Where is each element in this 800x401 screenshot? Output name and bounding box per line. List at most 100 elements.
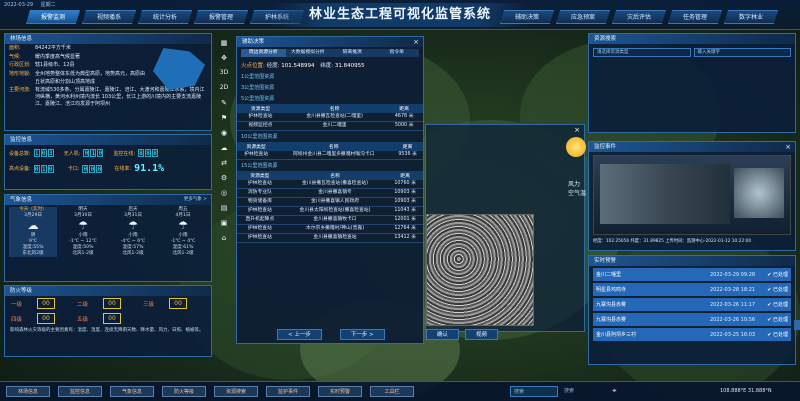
rain-icon: ☂ [178,219,188,232]
realtime-alert-title: 实时预警 [589,256,795,266]
table-row[interactable]: 护林检查站 金川县太阳坝检查站(撒喜检查站) 11043 米 [237,206,423,216]
tab-tasks[interactable]: 任务管理 [668,10,722,24]
resource-section-title: 5公里范围资源 [241,96,275,102]
location-icon[interactable]: ⌖ [612,386,617,396]
table-cell: 11043 米 [387,206,423,216]
tab-alarm-monitor[interactable]: 报警监测 [26,10,80,24]
alert-status: ✔ 已处理 [767,317,788,323]
bottom-tab[interactable]: 监护事件 [266,386,310,397]
table-row[interactable]: 护林检查站 金川县撒喜镇检查站 13412 米 [237,233,423,243]
close-icon[interactable]: × [572,125,582,135]
tab-video[interactable]: 视频播系 [82,10,136,24]
table-header: 距离 [385,104,423,113]
table-cell: 金川县撒喜镇牧卡口 [282,215,388,225]
tab-alarm-manage[interactable]: 报警管理 [194,10,248,24]
alert-status: ✔ 已处理 [767,332,788,338]
tab-isolation[interactable]: 隔离推演 [330,49,375,57]
monitor-row-2: 高点设备: 010 卡口: 000 在线率: 91.1% [9,163,165,174]
resource-type-select[interactable]: 请选择资源类型 [593,48,691,57]
bottom-search-label: 搜索 [564,388,575,394]
confirm-button[interactable]: 确认 [426,329,460,340]
decision-title: 辅助决策 × [237,37,423,47]
tab-bigdata[interactable]: 大数据模拟分析 [285,49,330,57]
tab-emergency[interactable]: 应急预案 [556,10,610,24]
table-row[interactable]: 护林检查站 金川县撒瓦检查站(二嘎里) 4678 米 [237,113,423,122]
event-screenshot[interactable] [593,155,791,235]
tab-orders[interactable]: 指令单 [374,49,419,57]
table-row[interactable]: 护林检查站 木尔宗乡撒嘎村/神山(曾嘉) 12764 米 [237,224,423,234]
table-cell: 护林检查站 [237,151,276,160]
bottom-tab[interactable]: 防火等级 [162,386,206,397]
print-icon[interactable]: ▣ [216,216,232,230]
fire-level-3: 00 [169,298,187,309]
tab-assessment[interactable]: 灾后评估 [612,10,666,24]
route-icon[interactable]: ⇄ [216,156,232,170]
alert-time: 2022-03-29 09:28 [710,271,756,278]
alert-status: ✔ 已处理 [767,272,788,278]
fire-row-2: 四级 00 五级 00 [5,311,211,326]
alert-item[interactable]: 金川二嘎里 2022-03-29 09:28 ✔ 已处理 [593,268,791,281]
page-title: 林业生态工程可视化监管系统 [270,3,530,27]
weather-title: 气象信息 更多气象 > [5,195,211,205]
tab-decision[interactable]: 辅助决策 [500,10,554,24]
monitor-info-title: 监控信息 [5,135,211,145]
table-cell: 直升机起降点 [237,215,283,225]
table-row[interactable]: 视频监控点 金川二嘎里 5000 米 [237,121,423,131]
measure-icon[interactable]: ✎ [216,96,232,110]
forest-info-title: 林场信息 [5,34,211,44]
bottom-tab[interactable]: 气象信息 [110,386,154,397]
alert-item[interactable]: 九寨沟县赤雾 2022-03-26 10:56 ✔ 已处理 [593,313,791,326]
map-toolbar: ▦ ✥ 3D 2D ✎ ⚑ ◉ ☁ ⇄ ⚙ ◎ ▤ ▣ ⌂ [216,36,234,248]
video-button[interactable]: 视频 [465,329,499,340]
tab-surround[interactable]: 周边资源分析 [241,49,286,57]
resource-search-title: 资源搜索 [589,34,795,44]
next-button[interactable]: 下一步 > [339,329,385,340]
bottom-tab[interactable]: 资源搜索 [214,386,258,397]
weather-more-link[interactable]: 更多气象 > [184,195,207,205]
monitor-event-panel: 监控事件 × 经度：102.25056 纬度：31.89825 上传时间：监测中心… [588,141,796,251]
gear-icon[interactable]: ⚙ [216,171,232,185]
bottom-tab[interactable]: 林场信息 [6,386,50,397]
3d-icon[interactable]: 3D [216,66,232,80]
collapse-handle[interactable] [794,320,800,330]
table-row[interactable]: 护林检查站 阿坝州金川县二嘎里多撒嘎村喉沟卡口 9536 米 [237,151,423,160]
table-cell: 护林检查站 [237,233,283,243]
top-bar: 2022-03-29 星期二 报警监测 视频播系 统计分析 报警管理 护林系统 … [0,0,800,30]
camera-count: 888 [138,149,159,157]
monitor-event-title: 监控事件 × [589,142,795,152]
close-icon[interactable]: × [785,142,791,152]
alert-time: 2022-03-28 18:21 [710,286,756,293]
alert-item[interactable]: 九寨沟县赤雾 2022-03-26 11:17 ✔ 已处理 [593,298,791,311]
keyword-input[interactable]: 输入关键字 [693,48,791,57]
flag-icon[interactable]: ⚑ [216,111,232,125]
event-caption: 经度：102.25056 纬度：31.89825 上传时间：监测中心-2022-… [593,239,752,244]
table-cell: 消防专业队 [237,188,283,198]
bottom-tab[interactable]: 实时预警 [318,386,362,397]
forest-info-panel: 林场信息 面积: 84242平方千米 气候: 暖内季度高气候显著 行政区划: 辖1县级… [4,33,212,131]
alert-item[interactable]: 明星县鸡鸣寺 2022-03-28 18:21 ✔ 已处理 [593,283,791,296]
alert-item[interactable]: 金川县阿坝乡三村 2022-03-25 18:03 ✔ 已处理 [593,328,791,341]
table-row[interactable]: 护林检查站 金川县撒瓦检查站(撒喜检查站) 10760 米 [237,180,423,189]
table-header: 名称 [283,104,386,113]
2d-icon[interactable]: 2D [216,81,232,95]
table-row[interactable]: 物资储备库 金川县撒喜镇人民政府 10903 米 [237,197,423,207]
table-header: 距离 [387,171,423,180]
table-row[interactable]: 消防专业队 金川县撒喜镇专 10903 米 [237,188,423,198]
compass-icon[interactable]: ✥ [216,51,232,65]
grid-icon[interactable]: ▤ [216,201,232,215]
eye-icon[interactable]: ◎ [216,186,232,200]
location-icon[interactable]: ◉ [216,126,232,140]
resource-table: 资源类型 名称 距离 护林检查站 金川县撒瓦检查站(二嘎里) 4678 米视频监控点 金川二… [237,104,423,131]
table-cell: 金川县撒喜镇检查站 [282,233,388,243]
table-row[interactable]: 直升机起降点 金川县撒喜镇牧卡口 12001 米 [237,215,423,225]
bottom-tab[interactable]: 监控信息 [58,386,102,397]
bottom-search-input[interactable]: 搜索 [510,386,558,397]
tab-digital-forest[interactable]: 数字林业 [724,10,778,24]
building-icon[interactable]: ⌂ [216,231,232,245]
cloud-layer-icon[interactable]: ☁ [216,141,232,155]
tab-statistics[interactable]: 统计分析 [138,10,192,24]
close-icon[interactable]: × [413,37,419,47]
bottom-tab[interactable]: 工具栏 [370,386,414,397]
layers-icon[interactable]: ▦ [216,36,232,50]
prev-button[interactable]: < 上一步 [277,329,322,340]
